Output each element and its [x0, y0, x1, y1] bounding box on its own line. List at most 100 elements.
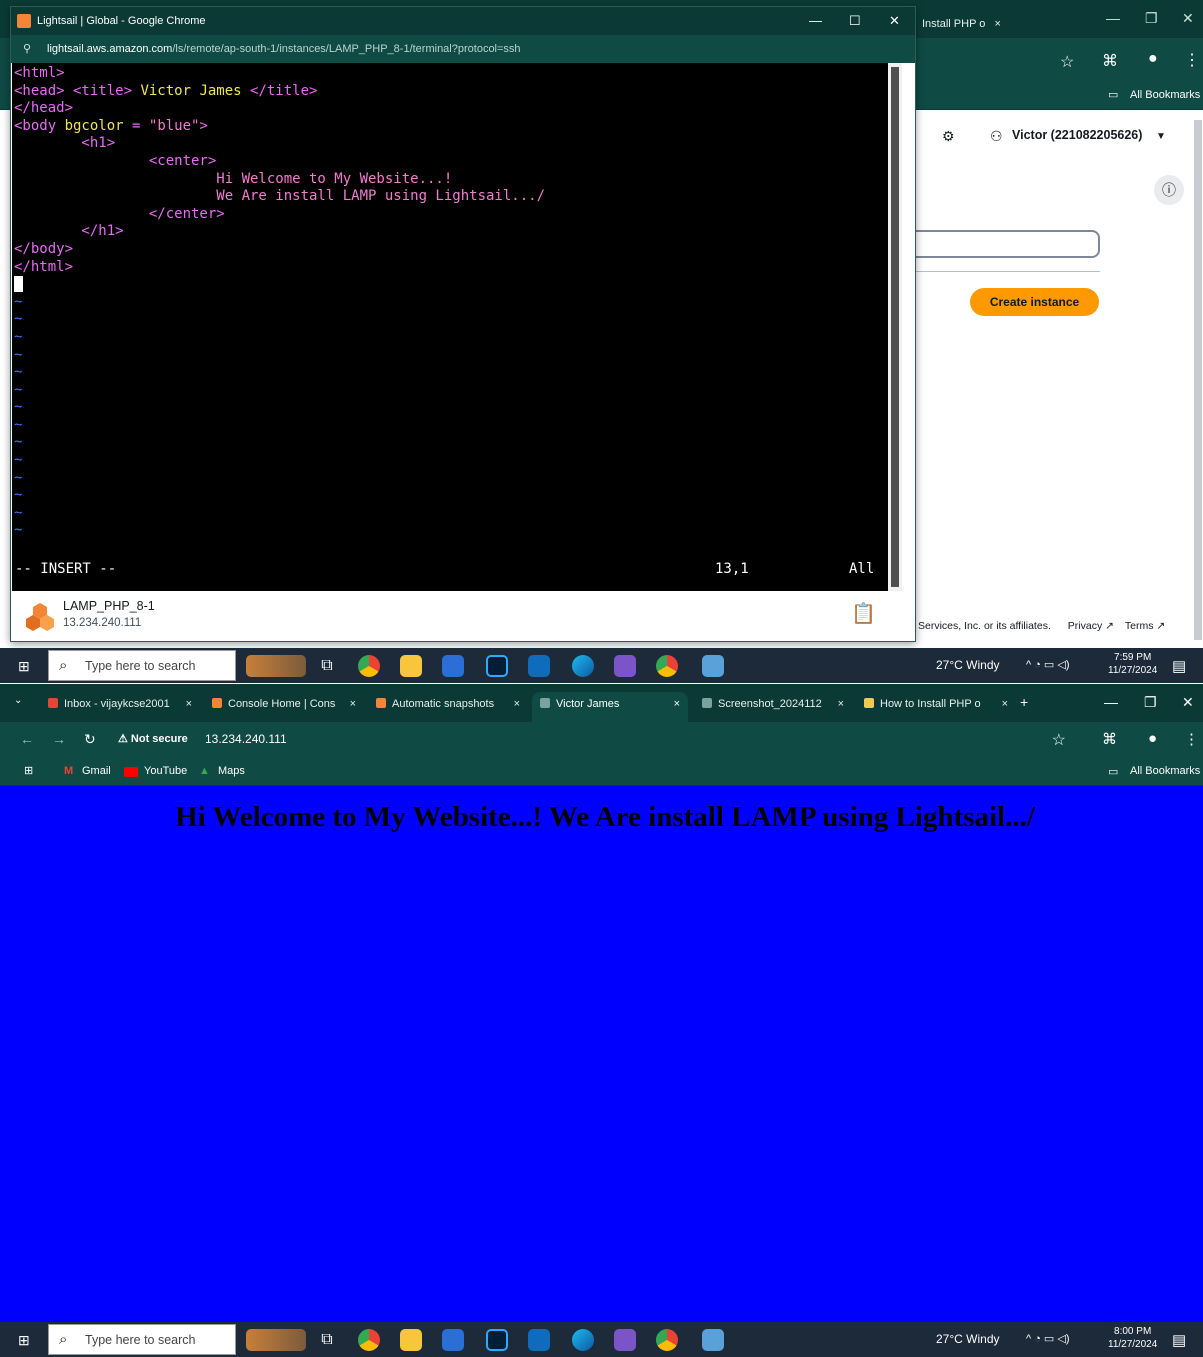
- all-bookmarks[interactable]: All Bookmarks: [1130, 765, 1200, 777]
- browser-tab[interactable]: Automatic snapshots ×: [368, 692, 528, 722]
- bookmark-maps[interactable]: Maps: [218, 765, 245, 777]
- url-text: 13.234.240.111: [205, 732, 287, 746]
- browser-tab[interactable]: Victor James ×: [532, 692, 688, 722]
- notification-icon[interactable]: ▤: [1172, 1331, 1186, 1349]
- notification-icon[interactable]: ▤: [1172, 657, 1186, 675]
- store-icon[interactable]: [442, 1329, 464, 1351]
- taskbar-search[interactable]: ⌕ Type here to search: [48, 1324, 236, 1355]
- forward-icon[interactable]: →: [52, 731, 66, 747]
- back-icon[interactable]: ←: [20, 731, 34, 747]
- browser-tab[interactable]: Inbox - vijaykcse2001 ×: [40, 692, 200, 722]
- terminal-scrollbar[interactable]: [888, 63, 902, 591]
- all-bookmarks[interactable]: All Bookmarks: [1130, 89, 1200, 101]
- privacy-link[interactable]: Privacy: [1068, 620, 1102, 632]
- photoshop-icon[interactable]: [486, 655, 508, 677]
- close-icon[interactable]: ✕: [1182, 694, 1194, 711]
- tab-close-icon[interactable]: ×: [1002, 692, 1008, 716]
- tab-close-icon[interactable]: ×: [350, 692, 356, 716]
- bookmark-youtube[interactable]: YouTube: [144, 765, 187, 777]
- photos-icon[interactable]: [702, 655, 724, 677]
- restore-icon[interactable]: ❐: [1145, 10, 1158, 27]
- tab-label: Inbox - vijaykcse2001: [64, 698, 170, 710]
- chrome-icon[interactable]: [358, 655, 380, 677]
- chrome-icon[interactable]: [358, 1329, 380, 1351]
- browser-tab[interactable]: Screenshot_2024112 ×: [694, 692, 852, 722]
- menu-icon[interactable]: ⋮: [1184, 50, 1200, 70]
- page-scrollbar[interactable]: [1194, 120, 1202, 640]
- close-icon[interactable]: ✕: [889, 7, 900, 35]
- edge-icon[interactable]: [572, 1329, 594, 1351]
- windows-taskbar: ⊞ ⌕ Type here to search ⧉ 27°C Windy ^ ◔…: [0, 648, 1203, 683]
- file-explorer-icon[interactable]: [400, 655, 422, 677]
- task-view-icon[interactable]: ⧉: [316, 655, 338, 677]
- weather-status[interactable]: 27°C Windy: [936, 658, 1000, 672]
- restore-icon[interactable]: ❐: [1144, 694, 1157, 711]
- popup-url-bar[interactable]: ⚲ lightsail.aws.amazon.com/ls/remote/ap-…: [11, 35, 915, 63]
- photoshop-icon[interactable]: [486, 1329, 508, 1351]
- news-app-icon[interactable]: [246, 655, 306, 677]
- system-tray-icons[interactable]: ^ ◔ ▭ ◁): [1026, 658, 1070, 671]
- tab-close-icon[interactable]: ×: [186, 692, 192, 716]
- extensions-icon[interactable]: ⌘: [1102, 730, 1117, 748]
- mail-icon[interactable]: [528, 655, 550, 677]
- tab-close-icon[interactable]: ×: [674, 692, 680, 716]
- reload-icon[interactable]: ↻: [84, 731, 96, 748]
- chevron-down-icon[interactable]: ▼: [1156, 131, 1166, 142]
- top-screenshot: Install PHP o × + — ❐ ✕ ☆ ⌘ ● ⋮ ▭ All Bo…: [0, 0, 1203, 683]
- tab-favicon-icon: [702, 698, 712, 708]
- tab-close-icon[interactable]: ×: [994, 18, 1000, 30]
- new-tab-button[interactable]: +: [1020, 694, 1028, 710]
- minimize-icon[interactable]: —: [1104, 694, 1118, 710]
- visual-studio-icon[interactable]: [614, 655, 636, 677]
- windows-start-icon[interactable]: ⊞: [18, 658, 30, 675]
- photos-icon[interactable]: [702, 1329, 724, 1351]
- close-icon[interactable]: ✕: [1182, 10, 1194, 27]
- site-info-icon[interactable]: ⚲: [23, 35, 31, 63]
- taskbar-clock[interactable]: 8:00 PM 11/27/2024: [1108, 1325, 1157, 1351]
- create-instance-button[interactable]: Create instance: [970, 288, 1099, 316]
- tab-close-icon[interactable]: ×: [838, 692, 844, 716]
- profile-avatar[interactable]: ●: [1148, 730, 1157, 747]
- mail-icon[interactable]: [528, 1329, 550, 1351]
- background-tab[interactable]: Install PHP o × +: [914, 10, 1024, 58]
- omnibox[interactable]: ⚠ Not secure 13.234.240.111 ☆: [110, 726, 1190, 754]
- browser-tab[interactable]: Console Home | Cons ×: [204, 692, 364, 722]
- extensions-icon[interactable]: ⌘: [1102, 51, 1118, 71]
- star-icon[interactable]: ☆: [1052, 730, 1066, 750]
- task-view-icon[interactable]: ⧉: [316, 1329, 338, 1351]
- tab-close-icon[interactable]: ×: [514, 692, 520, 716]
- minimize-icon[interactable]: —: [809, 7, 822, 35]
- chrome-active-icon[interactable]: [656, 655, 678, 677]
- profile-avatar[interactable]: ●: [1148, 50, 1158, 68]
- clipboard-icon[interactable]: 📋: [851, 601, 876, 626]
- windows-start-icon[interactable]: ⊞: [18, 1332, 30, 1349]
- maximize-icon[interactable]: ☐: [849, 7, 861, 35]
- instance-name-input[interactable]: [914, 230, 1100, 258]
- tab-search-icon[interactable]: ⌄: [14, 695, 22, 706]
- terminal[interactable]: <html> <head> <title> Victor James </titl…: [12, 63, 888, 591]
- bookmark-gmail[interactable]: Gmail: [82, 765, 111, 777]
- scrollbar-thumb[interactable]: [891, 67, 899, 587]
- star-icon[interactable]: ☆: [1060, 52, 1074, 72]
- visual-studio-icon[interactable]: [614, 1329, 636, 1351]
- news-app-icon[interactable]: [246, 1329, 306, 1351]
- file-explorer-icon[interactable]: [400, 1329, 422, 1351]
- info-icon[interactable]: ⓘ: [1154, 175, 1184, 205]
- edge-icon[interactable]: [572, 655, 594, 677]
- chrome-active-icon[interactable]: [656, 1329, 678, 1351]
- weather-status[interactable]: 27°C Windy: [936, 1332, 1000, 1346]
- user-menu[interactable]: Victor (221082205626): [1012, 128, 1142, 142]
- youtube-icon: [124, 767, 138, 777]
- settings-icon[interactable]: ⚙: [942, 128, 955, 145]
- menu-icon[interactable]: ⋮: [1184, 730, 1199, 748]
- not-secure-badge[interactable]: ⚠ Not secure: [118, 732, 188, 745]
- browser-tab[interactable]: How to Install PHP o ×: [856, 692, 1016, 722]
- minimize-icon[interactable]: —: [1106, 10, 1120, 26]
- empty-line-marker: ~: [14, 416, 23, 433]
- apps-grid-icon[interactable]: ⊞: [24, 764, 33, 777]
- terms-link[interactable]: Terms: [1125, 620, 1154, 632]
- taskbar-clock[interactable]: 7:59 PM 11/27/2024: [1108, 651, 1157, 677]
- store-icon[interactable]: [442, 655, 464, 677]
- system-tray-icons[interactable]: ^ ◔ ▭ ◁): [1026, 1332, 1070, 1345]
- taskbar-search[interactable]: ⌕ Type here to search: [48, 650, 236, 681]
